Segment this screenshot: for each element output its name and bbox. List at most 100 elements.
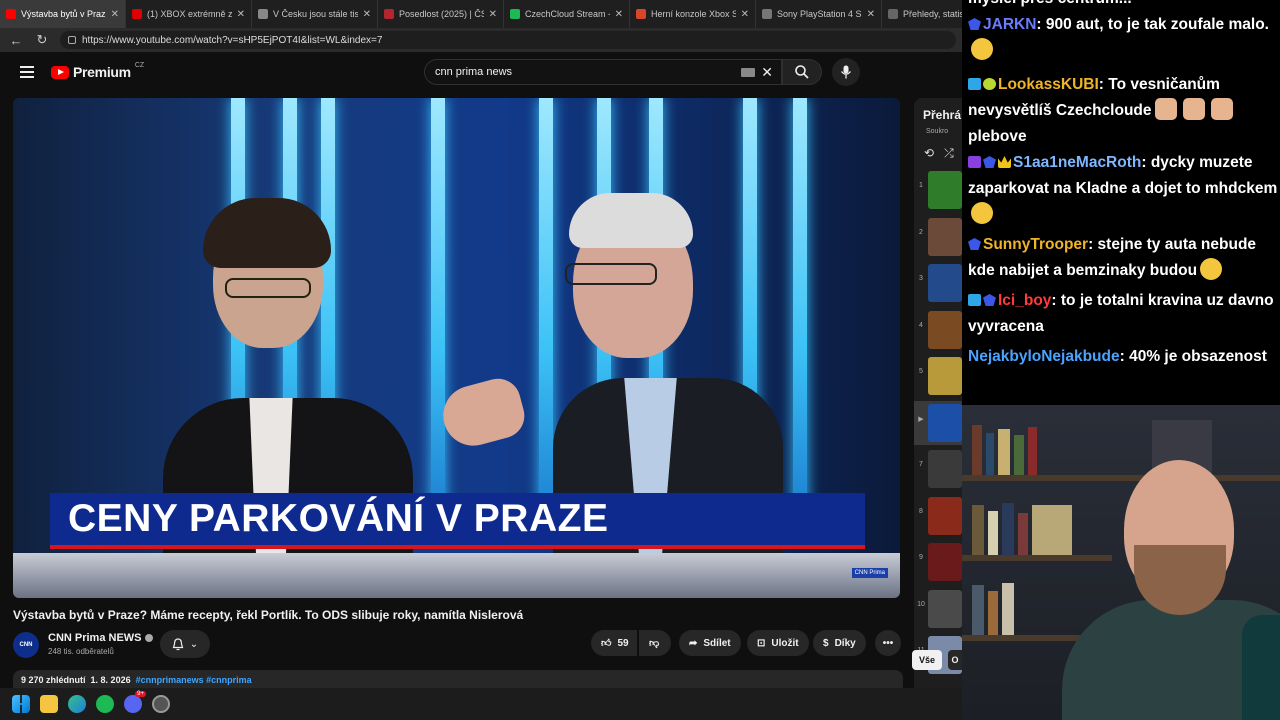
playlist-item[interactable]: 8 xyxy=(914,494,962,538)
share-label: Sdílet xyxy=(703,637,731,649)
tab-label: Výstavba bytů v Praz xyxy=(21,9,106,19)
spotify-icon[interactable] xyxy=(96,695,114,713)
tab-close-icon[interactable]: ✕ xyxy=(489,9,497,20)
tab-close-icon[interactable]: ✕ xyxy=(615,9,623,20)
more-icon: ••• xyxy=(882,637,894,649)
youtube-play-icon xyxy=(51,65,69,79)
playlist-title[interactable]: Přehrá xyxy=(923,108,961,122)
bookshelf xyxy=(962,555,1112,561)
chat-message: Ici_boy: to je totalni kravina uz davno … xyxy=(968,288,1278,340)
chip-all[interactable]: Vše xyxy=(912,650,942,670)
shuffle-icon[interactable]: ⤮ xyxy=(944,146,962,160)
chat-badge-icon xyxy=(968,18,981,30)
playlist-item[interactable]: 5 xyxy=(914,354,962,398)
studio-desk xyxy=(13,553,900,598)
tab-close-icon[interactable]: ✕ xyxy=(363,9,371,20)
chat-username[interactable]: S1aa1neMacRoth xyxy=(1013,154,1141,171)
chat-message: JARKN: 900 aut, to je tak zoufale malo. xyxy=(968,12,1278,64)
chat-username[interactable]: SunnyTrooper xyxy=(983,236,1088,253)
voice-search-button[interactable] xyxy=(832,58,860,86)
reload-icon[interactable]: ↻ xyxy=(34,32,50,48)
video-title: Výstavba bytů v Praze? Máme recepty, řek… xyxy=(13,608,524,622)
tab-favicon-icon xyxy=(384,9,394,19)
tab-close-icon[interactable]: ✕ xyxy=(111,9,119,20)
tab-favicon-icon xyxy=(258,9,268,19)
browser-tab[interactable]: Posedlost (2025) | ČSFD ✕ xyxy=(378,0,504,28)
menu-icon[interactable] xyxy=(20,66,34,78)
subscription-bell-button[interactable]: ⌄ xyxy=(160,630,210,658)
chat-emote-icon xyxy=(1182,98,1205,120)
chat-text: : 900 aut, to je tak zoufale malo. xyxy=(1036,16,1269,33)
studio-light-stripe xyxy=(793,98,807,518)
search-button[interactable] xyxy=(782,59,822,85)
file-explorer-icon[interactable] xyxy=(40,695,58,713)
playlist-item-index: 8 xyxy=(919,507,923,515)
chat-badge-icon xyxy=(998,156,1011,168)
chat-emote-icon xyxy=(971,202,993,224)
tab-close-icon[interactable]: ✕ xyxy=(237,9,245,20)
playlist-item[interactable]: 2 xyxy=(914,215,962,259)
chat-username[interactable]: Ici_boy xyxy=(998,292,1051,309)
edge-browser-icon[interactable] xyxy=(68,695,86,713)
dislike-button[interactable]: 👎︎ xyxy=(639,630,671,656)
search-input[interactable]: cnn prima news ✕ xyxy=(424,59,782,85)
playlist-item[interactable]: 7 xyxy=(914,447,962,491)
app-icon[interactable] xyxy=(152,695,170,713)
channel-avatar[interactable]: CNN xyxy=(13,632,39,658)
playlist-panel: Přehrá Soukro ⟲⤮ 12345▶7891011 xyxy=(914,98,962,688)
playlist-item[interactable]: 9 xyxy=(914,540,962,584)
playlist-item-thumbnail xyxy=(928,357,962,395)
playlist-item[interactable]: 4 xyxy=(914,308,962,352)
browser-tab[interactable]: Herní konzole Xbox Ser ✕ xyxy=(630,0,756,28)
back-icon[interactable]: ← xyxy=(8,33,24,48)
keyboard-icon[interactable] xyxy=(741,68,755,77)
playlist-item[interactable]: 1 xyxy=(914,168,962,212)
more-actions-button[interactable]: ••• xyxy=(875,630,901,656)
chip-next[interactable]: O xyxy=(948,650,962,670)
chat-username[interactable]: NejakbyloNejakbude xyxy=(968,348,1120,365)
chat-username[interactable]: LookassKUBI xyxy=(998,76,1099,93)
url-field[interactable]: https://www.youtube.com/watch?v=sHP5EjPO… xyxy=(60,31,956,49)
video-player[interactable]: CENY PARKOVÁNÍ V PRAZE CNN Prima xyxy=(13,98,900,598)
save-button[interactable]: ⊡ Uložit xyxy=(747,630,809,656)
tab-close-icon[interactable]: ✕ xyxy=(741,9,749,20)
thanks-button[interactable]: $ Díky xyxy=(813,630,866,656)
loop-icon[interactable]: ⟲ xyxy=(924,146,944,160)
guest-right-glasses xyxy=(565,263,657,285)
browser-tab[interactable]: Výstavba bytů v Praz ✕ xyxy=(0,0,126,28)
browser-tab[interactable]: (1) XBOX extrémně zdra ✕ xyxy=(126,0,252,28)
browser-tab-bar: Výstavba bytů v Praz✕(1) XBOX extrémně z… xyxy=(0,0,1008,28)
windows-start-icon[interactable] xyxy=(12,695,30,713)
book xyxy=(972,585,984,635)
chat-emote-icon xyxy=(971,38,993,60)
discord-icon[interactable]: 9+ xyxy=(124,691,146,713)
clear-search-icon[interactable]: ✕ xyxy=(761,64,773,81)
browser-tab[interactable]: Sony PlayStation 4 Slim ✕ xyxy=(756,0,882,28)
browser-tab[interactable]: V Česku jsou stále tisíce ✕ xyxy=(252,0,378,28)
site-info-icon[interactable] xyxy=(68,36,76,44)
guest-left-hair xyxy=(203,198,331,268)
playlist-item-thumbnail xyxy=(928,589,962,628)
tab-favicon-icon xyxy=(888,9,898,19)
playlist-item[interactable]: 3 xyxy=(914,261,962,305)
chat-text-tail: plebove xyxy=(968,128,1027,145)
channel-row: CNN CNN Prima NEWS 248 tis. odběratelů ⌄… xyxy=(13,630,903,660)
browser-tab[interactable]: CzechCloud Stream - W ✕ xyxy=(504,0,630,28)
thumbs-down-icon: 👎︎ xyxy=(649,638,660,649)
playlist-item[interactable]: ▶ xyxy=(914,400,962,445)
playlist-item[interactable]: 10 xyxy=(914,587,962,631)
playlist-item-index: ▶ xyxy=(918,415,924,423)
verified-icon xyxy=(144,634,153,643)
save-label: Uložit xyxy=(771,637,799,649)
channel-name[interactable]: CNN Prima NEWS xyxy=(48,632,153,644)
tab-close-icon[interactable]: ✕ xyxy=(867,9,875,20)
like-button[interactable]: 👍︎ 59 xyxy=(591,630,637,656)
hashtags[interactable]: #cnnprimanews #cnnprima xyxy=(136,675,252,685)
chat-message: SunnyTrooper: stejne ty auta nebude kde … xyxy=(968,232,1278,284)
chat-message: NejakbyloNejakbude: 40% je obsazenost xyxy=(968,344,1278,370)
share-button[interactable]: ➦ Sdílet xyxy=(679,630,741,656)
description-box[interactable]: 9 270 zhlédnutí 1. 8. 2026 #cnnprimanews… xyxy=(13,670,903,688)
tab-label: (1) XBOX extrémně zdra xyxy=(147,9,232,19)
youtube-premium-logo[interactable]: Premium CZ xyxy=(51,62,144,80)
chat-username[interactable]: JARKN xyxy=(983,16,1036,33)
